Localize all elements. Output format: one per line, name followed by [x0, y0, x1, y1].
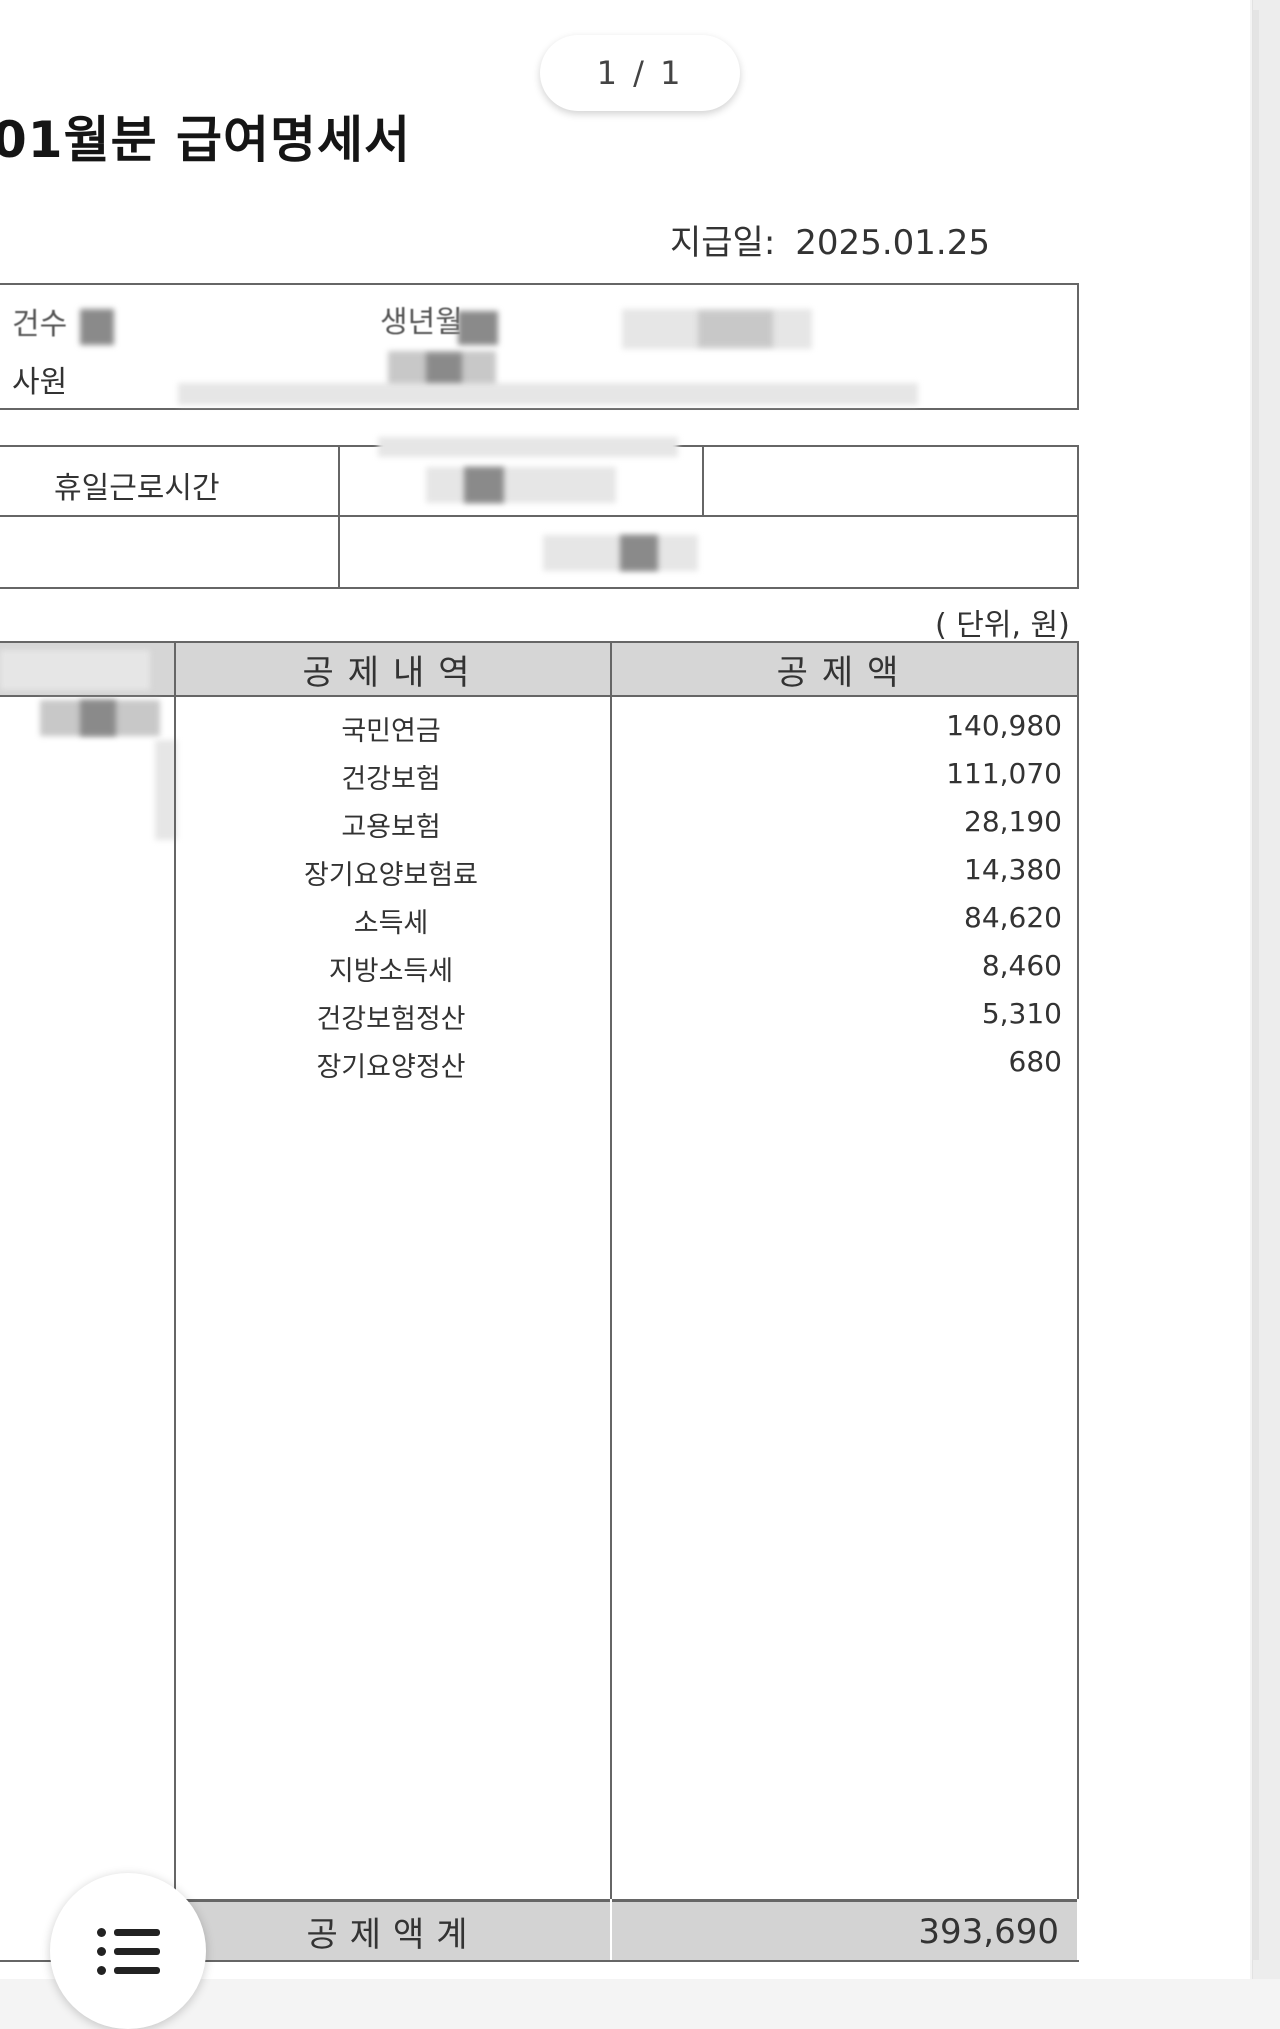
deduction-amount: 5,310 — [981, 997, 1062, 1030]
deduction-amount: 111,070 — [946, 757, 1062, 790]
deduction-name: 건강보험 — [341, 764, 441, 795]
deduction-name: 장기요양보험료 — [304, 860, 478, 891]
redacted-hours-mid — [464, 467, 504, 503]
total-amount-cell: 393,690 — [612, 1899, 1077, 1961]
blur-streak — [178, 383, 918, 405]
pdf-page: 01월분 급여명세서 지급일: 2025.01.25 건수 사원 생년월 휴일근로… — [0, 0, 1250, 1979]
pay-date-value: 2025.01.25 — [795, 223, 990, 263]
table-of-contents-button[interactable] — [50, 1873, 206, 2029]
scrollbar[interactable] — [1252, 0, 1280, 1979]
redacted-department — [80, 309, 114, 345]
page-indicator: 1 / 1 — [540, 35, 740, 111]
deduction-amount: 8,460 — [981, 949, 1062, 982]
holiday-hours-label: 휴일근로시간 — [54, 471, 220, 506]
blur-streak-2 — [378, 437, 678, 457]
deduction-name: 건강보험정산 — [316, 1004, 466, 1035]
deduction-name: 국민연금 — [341, 716, 441, 747]
deduction-total-amount: 393,690 — [918, 1911, 1059, 1952]
department-label: 건수 — [12, 307, 68, 342]
unit-note: ( 단위, 원) — [935, 608, 1070, 643]
deduction-name: 장기요양정산 — [316, 1052, 466, 1083]
pay-date-label: 지급일: — [670, 223, 776, 263]
redacted-payment-header — [0, 650, 150, 690]
deduction-amount: 84,620 — [964, 901, 1062, 934]
deduction-amount: 680 — [1008, 1045, 1062, 1078]
deduction-amount: 28,190 — [964, 805, 1062, 838]
redacted-hours-value — [426, 467, 616, 503]
work-hours-table: 휴일근로시간 — [0, 437, 1079, 589]
deduction-amount: 14,380 — [964, 853, 1062, 886]
deduction-total-label: 공제액계 — [306, 1915, 480, 1955]
deduction-name: 고용보험 — [341, 812, 441, 843]
redacted-payment-mid — [80, 700, 116, 736]
pdf-viewer: 01월분 급여명세서 지급일: 2025.01.25 건수 사원 생년월 휴일근로… — [0, 0, 1250, 1979]
document-title: 01월분 급여명세서 — [0, 111, 411, 169]
table-divider-right — [1077, 697, 1079, 1899]
redacted-hours-mid-2 — [620, 535, 658, 571]
employee-info-box: 건수 사원 생년월 — [0, 283, 1079, 410]
deduction-name: 지방소득세 — [328, 956, 454, 987]
deduction-item-header: 공제내역 — [174, 641, 612, 697]
table-divider-mid — [610, 697, 612, 1899]
deduction-amount: 140,980 — [946, 709, 1062, 742]
redacted-birth — [458, 311, 498, 345]
total-label-cell: 공제액계 — [176, 1899, 610, 1961]
scrollbar-thumb[interactable] — [1253, 10, 1259, 1960]
position-label: 사원 — [12, 365, 68, 400]
pay-date: 지급일: 2025.01.25 — [670, 215, 1010, 264]
deduction-amount-header: 공제액 — [610, 641, 1079, 697]
deduction-name: 소득세 — [353, 908, 429, 939]
redacted-value-mid — [698, 311, 773, 347]
birth-label: 생년월 — [380, 305, 463, 340]
